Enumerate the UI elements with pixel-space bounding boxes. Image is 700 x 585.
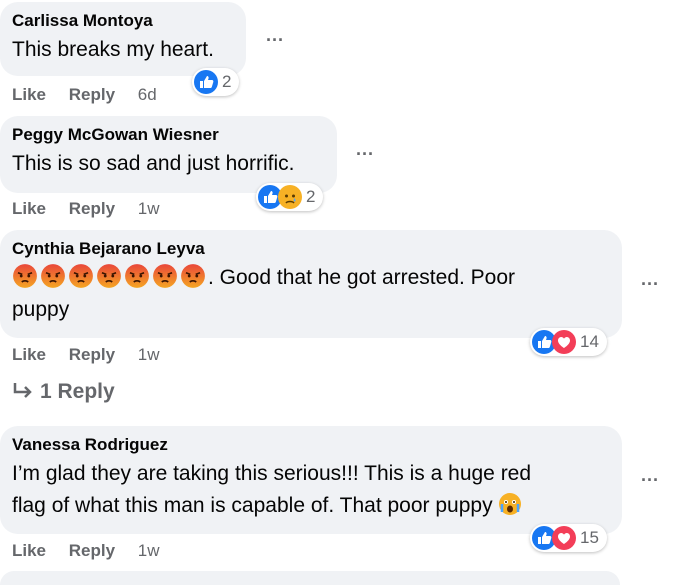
- reply-button[interactable]: Reply: [69, 345, 115, 364]
- comment-actions: Like Reply 6d: [12, 85, 157, 105]
- reply-arrow-icon: [13, 383, 32, 398]
- like-button[interactable]: Like: [12, 199, 46, 218]
- angry-emoji-icon: [181, 264, 205, 288]
- reaction-count: 2: [306, 187, 316, 206]
- comment-actions: Like Reply 1w: [12, 345, 160, 365]
- comment-bubble: Peggy McGowan Wiesner This is so sad and…: [0, 116, 337, 193]
- view-replies-link[interactable]: 1 Reply: [12, 380, 115, 404]
- comment-timestamp[interactable]: 1w: [138, 199, 160, 218]
- love-reaction-icon: [552, 526, 576, 550]
- comment-bubble: Carlissa Montoya This breaks my heart.: [0, 2, 246, 76]
- like-button[interactable]: Like: [12, 345, 46, 364]
- reaction-summary[interactable]: 2: [256, 183, 324, 211]
- reply-button[interactable]: Reply: [69, 541, 115, 560]
- angry-emoji-icon: [153, 264, 177, 288]
- crying-emoji-icon: [499, 493, 522, 515]
- love-reaction-icon: [552, 330, 576, 354]
- more-options-button[interactable]: ···: [641, 275, 659, 293]
- comment-text: I’m glad they are taking this serious!!!…: [12, 462, 532, 517]
- comment-text: . Good that he got arrested. Poor puppy: [12, 262, 610, 326]
- comment-author[interactable]: Cynthia Bejarano Leyva: [12, 238, 610, 260]
- angry-emoji-icon: [41, 264, 65, 288]
- comment-actions: Like Reply 1w: [12, 541, 160, 561]
- reaction-count: 2: [222, 72, 232, 91]
- angry-emoji-icon: [97, 264, 121, 288]
- angry-emoji-icon: [13, 264, 37, 288]
- more-options-button[interactable]: ···: [356, 145, 374, 163]
- comment-bubble: Vanessa Rodriguez I’m glad they are taki…: [0, 426, 622, 534]
- reaction-count: 15: [580, 528, 599, 547]
- comment-bubble: Cynthia Bejarano Leyva . Good that he go…: [0, 230, 622, 338]
- comment-author[interactable]: Peggy McGowan Wiesner: [12, 124, 325, 146]
- more-options-button[interactable]: ···: [266, 31, 284, 49]
- reply-button[interactable]: Reply: [69, 85, 115, 104]
- comment-author[interactable]: Vanessa Rodriguez: [12, 434, 610, 456]
- comment-timestamp[interactable]: 1w: [138, 541, 160, 560]
- comment-author[interactable]: Carlissa Montoya: [12, 10, 234, 32]
- sad-reaction-icon: [278, 185, 302, 209]
- comment-text: This breaks my heart.: [12, 38, 214, 61]
- comment-timestamp[interactable]: 6d: [138, 85, 157, 104]
- next-comment-bubble: [0, 571, 620, 585]
- reaction-summary[interactable]: 15: [530, 524, 607, 552]
- comment-timestamp[interactable]: 1w: [138, 345, 160, 364]
- more-options-button[interactable]: ···: [641, 471, 659, 489]
- angry-emoji-icon: [125, 264, 149, 288]
- like-reaction-icon: [194, 70, 218, 94]
- reaction-count: 14: [580, 332, 599, 351]
- comment-text: This is so sad and just horrific.: [12, 152, 295, 175]
- reaction-summary[interactable]: 14: [530, 328, 607, 356]
- like-button[interactable]: Like: [12, 85, 46, 104]
- like-button[interactable]: Like: [12, 541, 46, 560]
- angry-emoji-icon: [69, 264, 93, 288]
- reaction-summary[interactable]: 2: [192, 68, 240, 96]
- comment-actions: Like Reply 1w: [12, 199, 160, 219]
- angry-emoji-group: [12, 264, 208, 289]
- reply-button[interactable]: Reply: [69, 199, 115, 218]
- view-replies-label: 1 Reply: [40, 380, 115, 403]
